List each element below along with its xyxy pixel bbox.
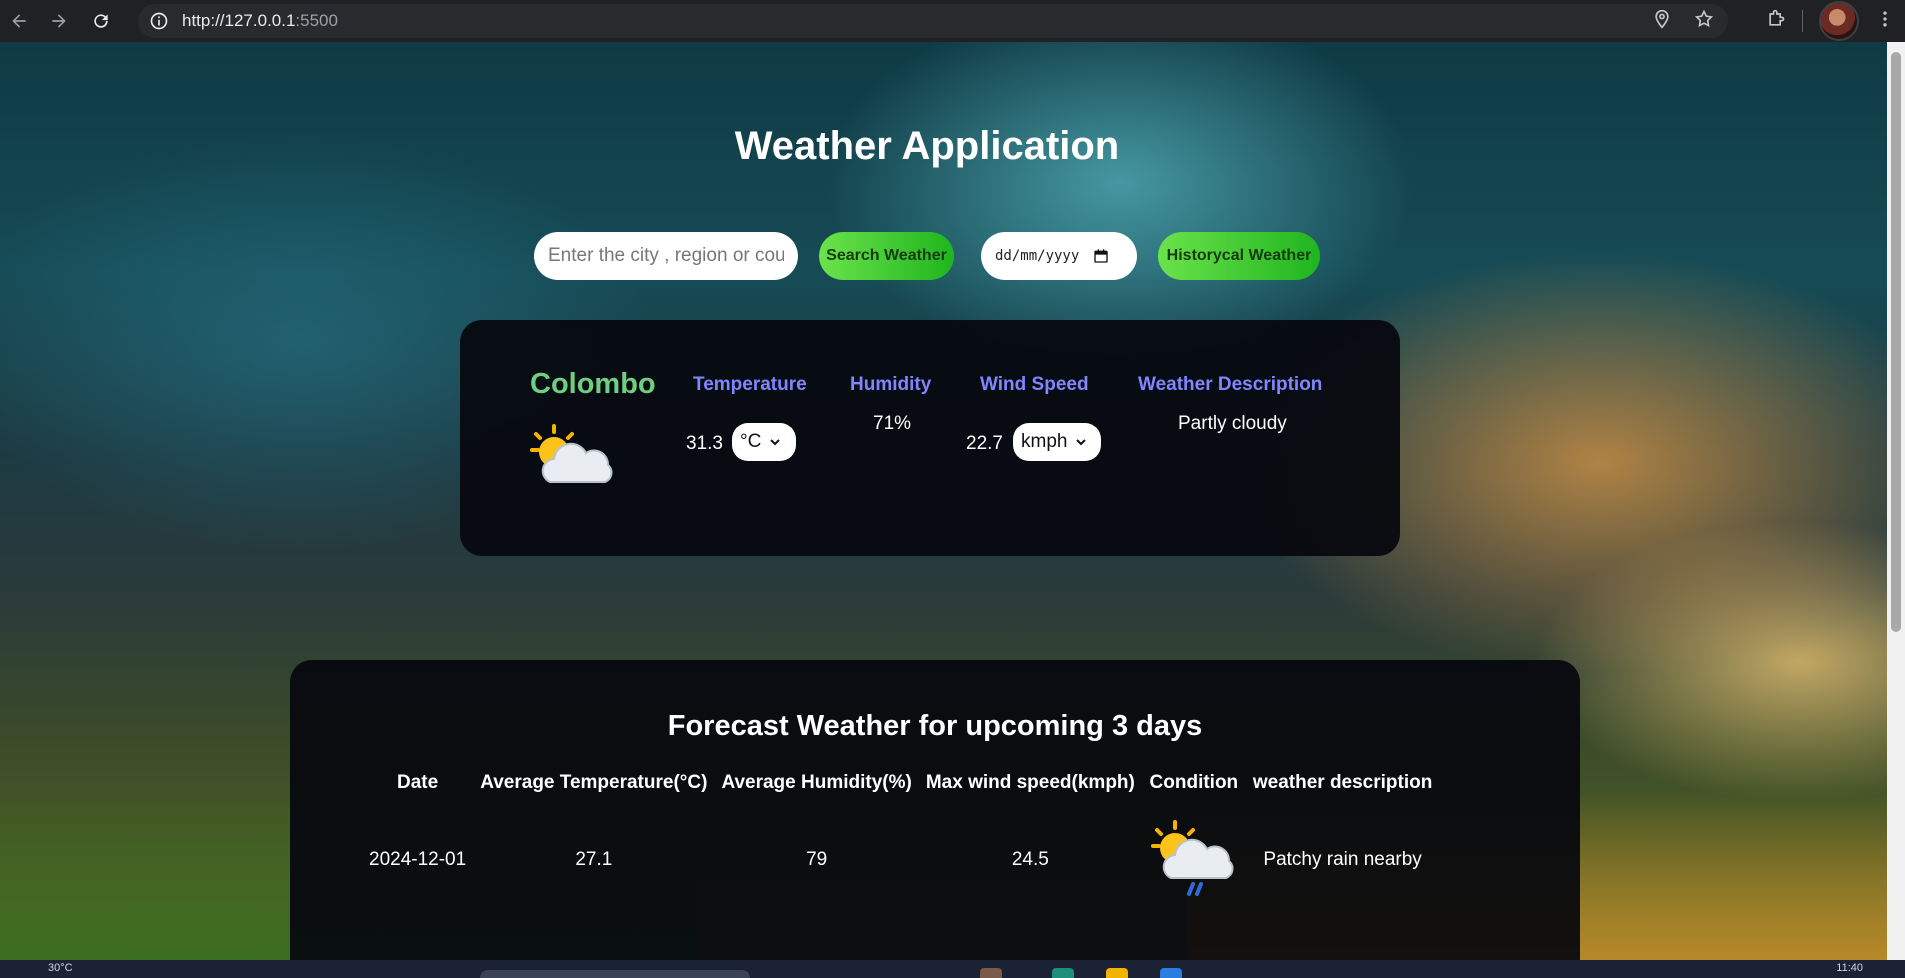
address-bar[interactable]: http://127.0.0.1:5500 [138,4,1728,38]
taskbar-app-icon[interactable] [1160,968,1182,978]
extensions-icon[interactable] [1766,9,1786,34]
url-port: :5500 [295,11,338,30]
row-average-humidity: 79 [806,849,828,870]
date-placeholder: dd/mm/yyyy [995,248,1080,264]
current-weather-card: Colombo Temperature 31.3 °C Humidity 71%… [460,320,1400,556]
browser-toolbar: http://127.0.0.1:5500 [0,0,1905,42]
row-max-wind-speed: 24.5 [1011,849,1049,870]
menu-icon[interactable] [1875,9,1895,34]
historical-weather-button[interactable]: Historycal Weather [1158,232,1320,280]
row-date: 2024-12-01 [369,849,467,870]
chevron-down-icon [1076,439,1087,446]
patchy-rain-icon [1150,820,1234,896]
column-weather-description: weather description [1252,772,1433,793]
weather-description-value: Partly cloudy [1178,413,1287,434]
humidity-label: Humidity [850,374,932,395]
wind-speed-value: 22.7 [966,433,1003,454]
weather-description-label: Weather Description [1138,374,1323,395]
temperature-value: 31.3 [686,433,723,454]
taskbar-weather-text: 30°C [48,962,73,974]
wind-unit-select[interactable]: kmph [1013,423,1101,461]
taskbar-app-icon[interactable] [1106,968,1128,978]
forecast-title: Forecast Weather for upcoming 3 days [667,710,1203,742]
city-name: Colombo [530,368,656,400]
column-max-wind-speed: Max wind speed(kmph) [925,772,1135,793]
star-icon[interactable] [1694,9,1714,34]
url-text: http://127.0.0.1:5500 [182,11,338,31]
date-input[interactable]: dd/mm/yyyy [981,232,1137,280]
page-background: Weather Application Search Weather dd/mm… [0,42,1887,960]
row-average-temperature: 27.1 [575,849,613,870]
url-host: http://127.0.0.1 [182,11,296,30]
taskbar-app-icon[interactable] [1052,968,1074,978]
calendar-icon[interactable] [1093,248,1109,264]
column-average-temperature: Average Temperature(°C) [480,772,708,793]
page-title: Weather Application [734,124,1120,168]
page-scrollbar[interactable] [1887,42,1905,960]
wind-speed-label: Wind Speed [980,374,1089,395]
column-date: Date [397,772,439,793]
reload-icon[interactable] [86,6,116,36]
back-icon[interactable] [4,6,34,36]
scrollbar-thumb[interactable] [1891,52,1901,632]
row-condition [1142,804,1246,916]
search-weather-button[interactable]: Search Weather [819,232,954,280]
column-average-humidity: Average Humidity(%) [721,772,912,793]
search-input[interactable] [534,232,798,280]
wind-unit-value: kmph [1021,431,1068,452]
forward-icon[interactable] [44,6,74,36]
table-row: 2024-12-01 27.1 79 24.5 Patchy rain near… [362,804,1439,916]
forecast-table: Date Average Temperature(°C) Average Hum… [362,762,1439,916]
column-condition: Condition [1149,772,1239,793]
toolbar-divider [1802,10,1803,32]
site-info-icon[interactable] [148,10,170,32]
taskbar-search-box[interactable] [480,970,750,978]
chevron-down-icon [770,439,781,446]
taskbar-clock: 11:40 [1836,962,1863,974]
location-icon[interactable] [1652,9,1672,34]
os-taskbar: 30°C 11:40 [0,960,1905,978]
forecast-card: Forecast Weather for upcoming 3 days Dat… [290,660,1580,960]
table-header-row: Date Average Temperature(°C) Average Hum… [362,762,1439,804]
temperature-label: Temperature [693,374,807,395]
temperature-unit-select[interactable]: °C [732,423,796,461]
humidity-value: 71% [873,413,912,434]
taskbar-app-icon[interactable] [980,968,1002,978]
row-weather-description: Patchy rain nearby [1263,849,1422,870]
avatar[interactable] [1819,1,1859,41]
temperature-unit-value: °C [740,431,762,452]
partly-cloudy-icon [530,424,613,483]
